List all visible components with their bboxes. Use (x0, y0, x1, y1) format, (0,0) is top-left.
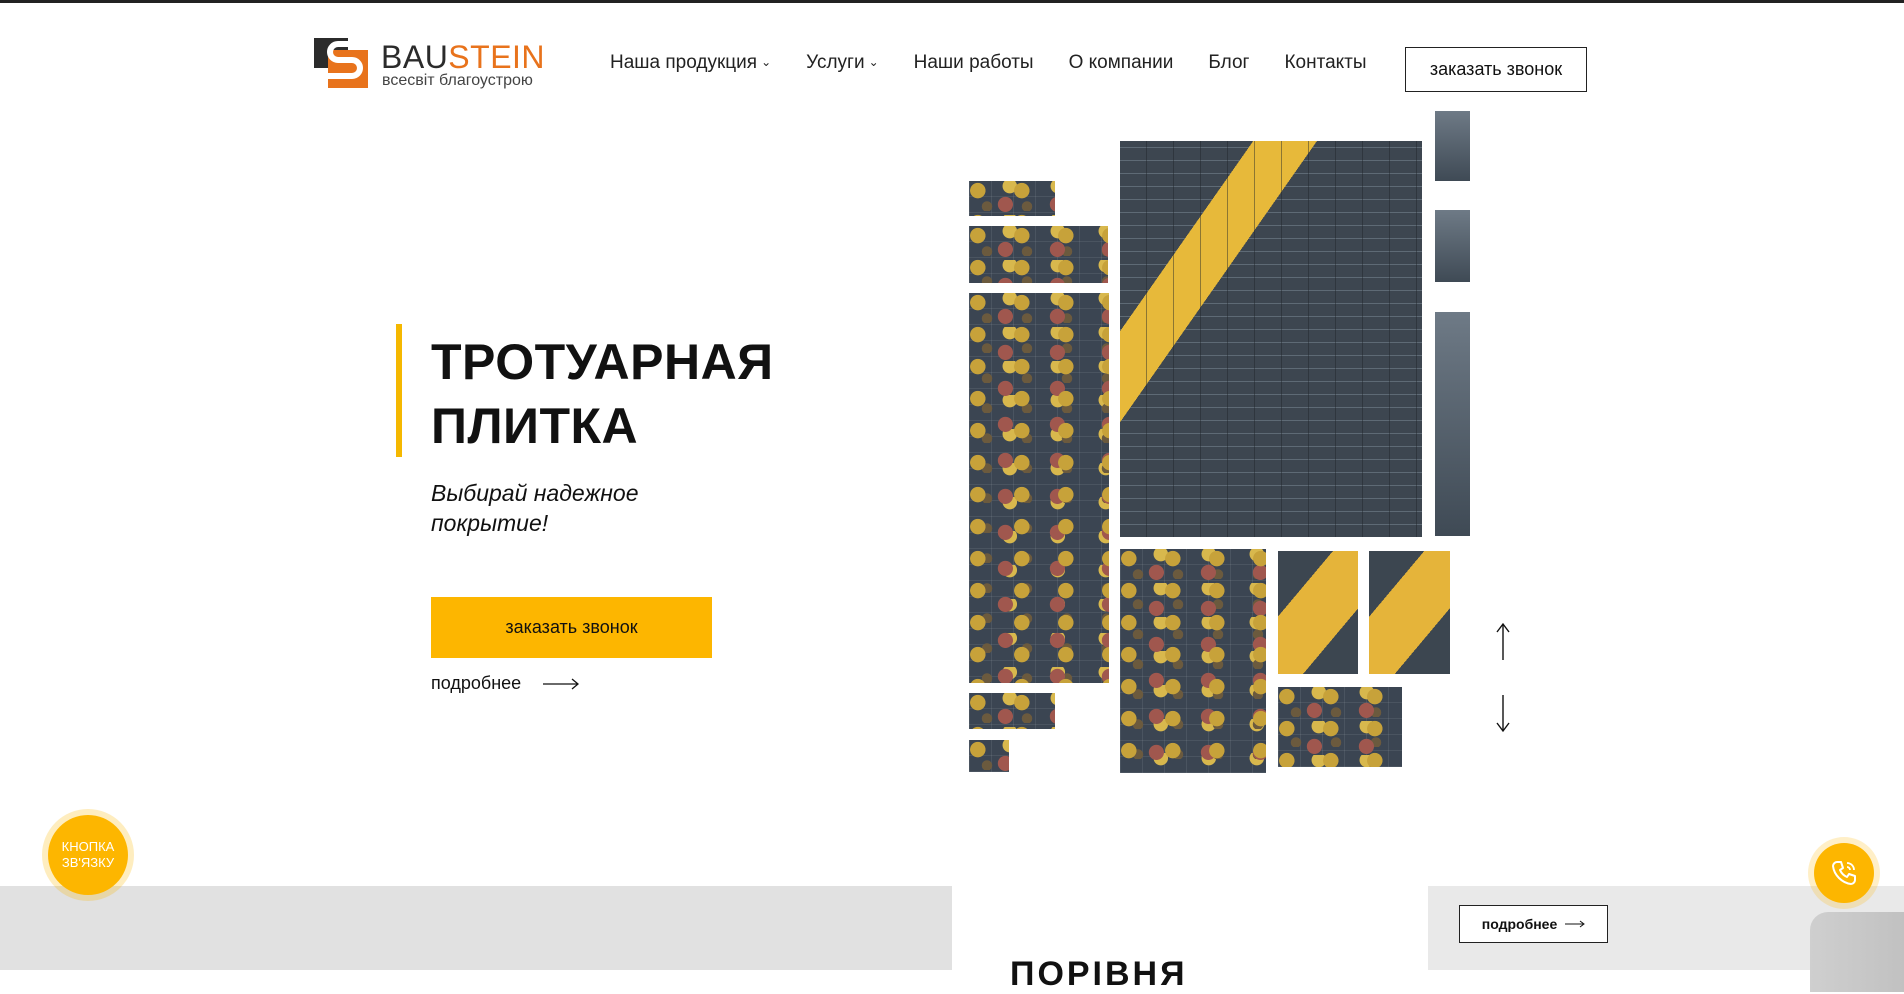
nav-blog[interactable]: Блог (1208, 52, 1249, 74)
main-nav: Наша продукция ⌄ Услуги ⌄ Наши работы О ко… (610, 52, 1402, 74)
gallery-tile (969, 226, 1108, 283)
gallery-tile (969, 693, 1055, 729)
logo-tagline: всесвіт благоустрою (382, 72, 533, 89)
hero-more-link[interactable]: подробнее (431, 673, 580, 694)
gallery-tile (1435, 111, 1470, 181)
top-border (0, 0, 1904, 3)
nav-works[interactable]: Наши работы (914, 52, 1034, 74)
contact-float-button[interactable]: КНОПКА ЗВ'ЯЗКУ (48, 815, 128, 895)
hero-subtitle: Выбирай надежное покрытие! (431, 480, 639, 536)
gallery-tile (1369, 551, 1450, 674)
gallery-tile (1120, 549, 1266, 773)
gallery-tile (969, 740, 1009, 772)
section-title: ПОРІВНЯ (1010, 955, 1188, 993)
logo-mark-icon (314, 38, 368, 88)
product-image (1810, 912, 1904, 992)
gallery-tile (1278, 687, 1402, 767)
hero-title: ТРОТУАРНАЯ ПЛИТКА (431, 334, 774, 454)
gallery-tile (1435, 210, 1470, 282)
gallery-main-image (1120, 141, 1422, 537)
gallery-tile (1435, 312, 1470, 536)
nav-products[interactable]: Наша продукция ⌄ (610, 52, 771, 74)
section-background-left (0, 886, 952, 970)
arrow-right-icon (543, 678, 580, 689)
logo[interactable]: BAUSTEIN всесвіт благоустрою (314, 38, 546, 89)
gallery-tile (969, 293, 1109, 683)
gallery-tile (969, 181, 1055, 216)
section-more-button[interactable]: подробнее (1459, 905, 1608, 943)
arrow-down-icon[interactable] (1493, 693, 1513, 733)
logo-wordmark: BAUSTEIN (381, 39, 546, 75)
hero-call-button[interactable]: заказать звонок (431, 597, 712, 658)
chevron-down-icon: ⌄ (868, 55, 879, 69)
nav-contacts[interactable]: Контакты (1284, 52, 1366, 74)
arrow-up-icon[interactable] (1493, 622, 1513, 662)
header-call-button[interactable]: заказать звонок (1405, 47, 1587, 92)
nav-about[interactable]: О компании (1069, 52, 1174, 74)
arrow-right-icon (1565, 920, 1586, 928)
title-accent-bar (396, 324, 402, 457)
gallery-tile (1278, 551, 1358, 674)
chevron-down-icon: ⌄ (761, 55, 772, 69)
phone-float-button[interactable] (1814, 843, 1874, 903)
nav-services[interactable]: Услуги ⌄ (806, 52, 879, 74)
phone-icon (1832, 861, 1856, 885)
